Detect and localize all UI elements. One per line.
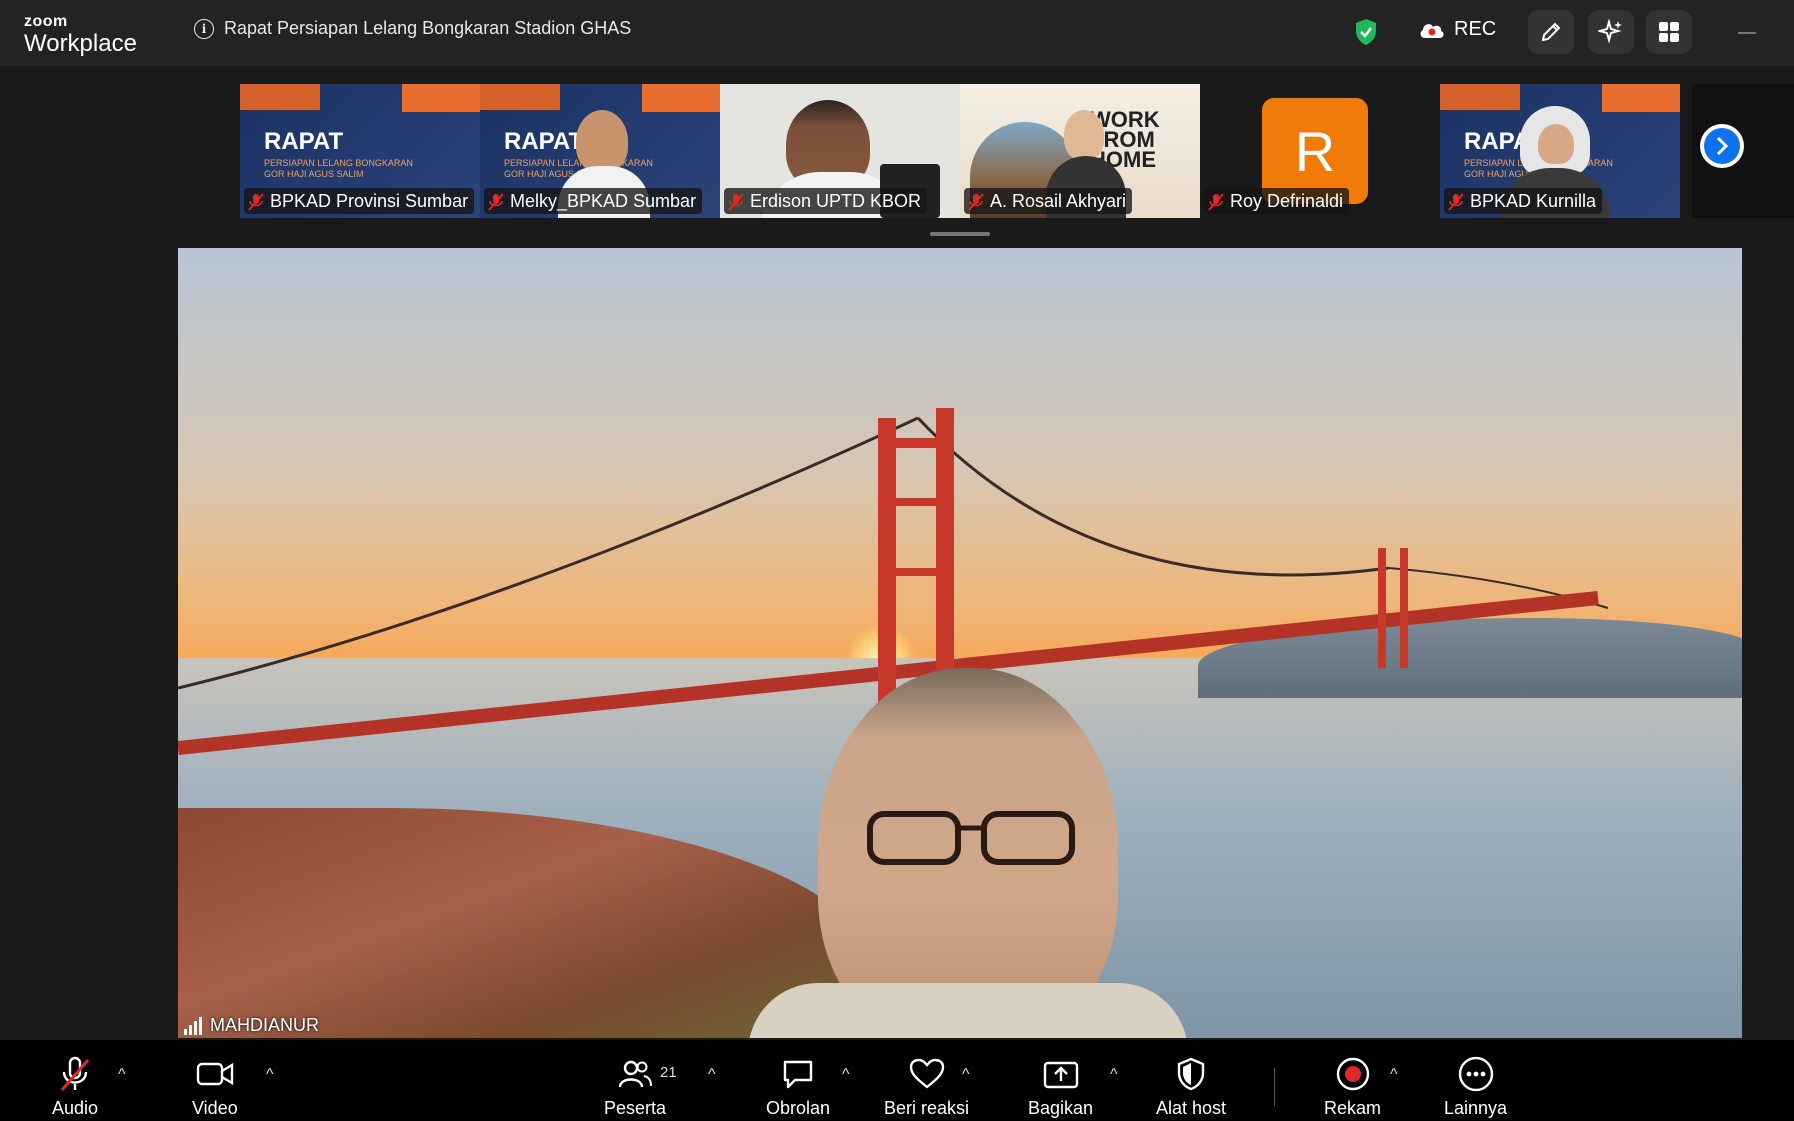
chat-bubble-icon	[783, 1060, 813, 1089]
record-options-caret[interactable]: ^	[1390, 1066, 1398, 1084]
resize-handle[interactable]	[930, 232, 990, 236]
participants-icon	[618, 1060, 653, 1088]
participant-tile[interactable]: R Roy Defrinaldi	[1200, 84, 1440, 218]
heart-icon	[909, 1058, 944, 1089]
cloud-recording-indicator[interactable]: REC	[1418, 18, 1496, 41]
meeting-title: Rapat Persiapan Lelang Bongkaran Stadion…	[224, 18, 632, 38]
mic-muted-icon	[248, 192, 264, 211]
share-options-caret[interactable]: ^	[1110, 1066, 1118, 1084]
participant-name-label: Melky_BPKAD Sumbar	[484, 188, 703, 214]
participant-count: 21	[660, 1064, 677, 1081]
sparkle-icon	[1598, 19, 1622, 44]
mic-muted-icon	[1448, 192, 1464, 211]
participant-name-label: Erdison UPTD KBOR	[724, 188, 928, 214]
chat-button[interactable]: Obrolan	[766, 1056, 830, 1119]
mic-muted-icon	[1208, 192, 1224, 211]
toolbar-divider	[1274, 1068, 1275, 1106]
participant-video	[576, 110, 628, 172]
mic-muted-icon	[968, 192, 984, 211]
info-icon[interactable]: i	[194, 18, 214, 39]
logo-workplace-text: Workplace	[24, 30, 137, 57]
annotate-button[interactable]	[1528, 10, 1574, 54]
video-button[interactable]: Video	[192, 1056, 238, 1119]
apps-grid-icon	[1659, 22, 1679, 42]
audio-button[interactable]: Audio	[52, 1056, 98, 1119]
participant-avatar	[1064, 110, 1104, 160]
participant-name-label: Roy Defrinaldi	[1204, 188, 1350, 214]
slide-heading: RAPAT	[264, 128, 344, 155]
host-tools-button[interactable]: Alat host	[1156, 1056, 1226, 1119]
share-button[interactable]: Bagikan	[1028, 1056, 1093, 1119]
participant-tile[interactable]: RAPAT PERSIAPAN LELANG BONGKARANGOR HAJI…	[1440, 84, 1680, 218]
logo-zoom-text: zoom	[24, 13, 68, 30]
mic-muted-icon	[488, 192, 504, 211]
participants-button[interactable]: Peserta	[604, 1056, 666, 1119]
audio-options-caret[interactable]: ^	[118, 1066, 126, 1084]
mic-muted-icon	[60, 1056, 90, 1091]
participants-options-caret[interactable]: ^	[708, 1066, 716, 1084]
participant-strip: RAPAT PERSIAPAN LELANG BONGKARAN GOR HAJI…	[0, 66, 1794, 236]
chat-options-caret[interactable]: ^	[842, 1066, 850, 1084]
participant-name-label: BPKAD Kurnilla	[1444, 188, 1603, 214]
video-options-caret[interactable]: ^	[266, 1066, 274, 1084]
participant-name-label: A. Rosail Akhyari	[964, 188, 1133, 214]
zoom-workplace-logo: zoom Workplace	[24, 14, 137, 56]
participant-tile[interactable]: RAPAT PERSIAPAN LELANG BONGKARANGOR HAJI…	[240, 84, 480, 218]
title-bar: zoom Workplace i Rapat Persiapan Lelang …	[0, 0, 1794, 66]
active-speaker-video[interactable]: MAHDIANUR	[178, 248, 1742, 1038]
participant-tile[interactable]: RAPAT PERSIAPAN LELANG BONGKARANGOR HAJI…	[480, 84, 720, 218]
minimize-icon[interactable]	[1738, 32, 1756, 34]
more-dots-icon	[1458, 1056, 1493, 1092]
signal-strength-icon	[184, 1016, 202, 1035]
reactions-options-caret[interactable]: ^	[962, 1066, 970, 1084]
meeting-info[interactable]: i Rapat Persiapan Lelang Bongkaran Stadi…	[194, 18, 631, 39]
cloud-record-icon	[1420, 23, 1444, 38]
record-icon	[1336, 1057, 1369, 1091]
apps-button[interactable]	[1646, 10, 1692, 54]
pencil-icon	[1541, 22, 1561, 42]
share-screen-icon	[1043, 1061, 1078, 1089]
meeting-controls: Audio ^ Video ^ Peserta 21 ^ Obrolan ^ B…	[0, 1040, 1794, 1121]
encryption-shield-icon[interactable]	[1354, 18, 1378, 51]
rec-label: REC	[1454, 18, 1497, 40]
participant-name-label: BPKAD Provinsi Sumbar	[244, 188, 475, 214]
speaker-name-label: MAHDIANUR	[184, 1015, 319, 1036]
chevron-right-icon	[1716, 136, 1729, 156]
slide-heading: RAPAT	[504, 128, 584, 155]
shield-icon	[1177, 1057, 1205, 1091]
record-button[interactable]: Rekam	[1324, 1056, 1381, 1119]
participant-tile[interactable]: WORK FROM HOME A. Rosail Akhyari	[960, 84, 1200, 218]
more-button[interactable]: Lainnya	[1444, 1056, 1507, 1119]
reactions-button[interactable]: Beri reaksi	[884, 1056, 969, 1119]
slide-subtitle: PERSIAPAN LELANG BONGKARANGOR HAJI AGUS …	[264, 158, 413, 179]
video-camera-icon	[196, 1062, 234, 1086]
next-page-button[interactable]	[1700, 124, 1744, 168]
glasses	[867, 811, 1075, 865]
ai-companion-button[interactable]	[1588, 10, 1634, 54]
mic-muted-icon	[728, 192, 744, 211]
participant-tile[interactable]: Erdison UPTD KBOR	[720, 84, 960, 218]
